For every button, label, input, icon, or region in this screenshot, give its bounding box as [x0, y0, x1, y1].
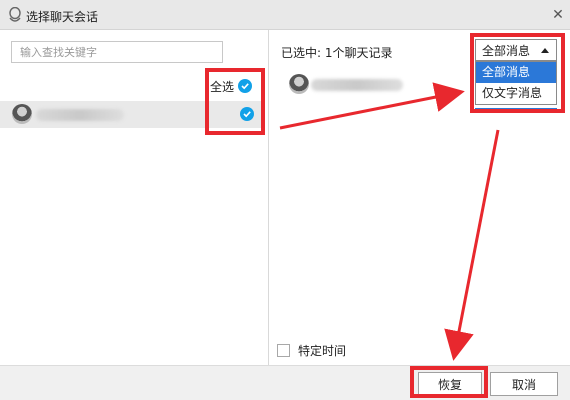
filter-option-all[interactable]: 全部消息	[476, 62, 556, 83]
dialog-footer: 恢复 取消	[0, 365, 570, 400]
search-input[interactable]	[11, 41, 223, 63]
specific-time-toggle[interactable]: 特定时间	[277, 340, 346, 360]
avatar	[289, 74, 309, 94]
penguin-icon	[9, 7, 21, 22]
checked-icon[interactable]	[240, 107, 254, 121]
close-icon: ✕	[552, 7, 564, 23]
conversation-list-pane: 全选	[0, 30, 269, 365]
close-button[interactable]: ✕	[548, 5, 568, 25]
chevron-up-icon	[541, 48, 549, 53]
contact-name	[36, 109, 124, 121]
filter-option-text-only[interactable]: 仅文字消息	[476, 83, 556, 104]
record-name	[311, 79, 403, 91]
dropdown-focus-line	[475, 108, 557, 110]
specific-time-checkbox[interactable]	[277, 343, 290, 357]
message-filter-value: 全部消息	[482, 43, 531, 58]
message-filter-dropdown: 全部消息 仅文字消息	[475, 61, 557, 105]
title-bar: 选择聊天会话 ✕	[0, 0, 570, 30]
records-pane: 已选中: 1个聊天记录 全部消息 全部消息 仅文字消息 特定时间	[269, 30, 570, 365]
selected-count-label: 已选中: 1个聊天记录	[281, 46, 393, 60]
restore-button[interactable]: 恢复	[418, 372, 482, 396]
chat-record-item[interactable]	[289, 73, 409, 95]
cancel-button[interactable]: 取消	[490, 372, 558, 396]
select-all-label: 全选	[210, 79, 235, 94]
checked-icon	[238, 79, 253, 93]
message-filter-select[interactable]: 全部消息	[475, 39, 557, 61]
window-title: 选择聊天会话	[26, 10, 99, 24]
select-all-toggle[interactable]: 全选	[210, 75, 253, 97]
conversation-row[interactable]	[0, 101, 264, 128]
specific-time-label: 特定时间	[298, 343, 347, 358]
avatar	[12, 104, 32, 124]
